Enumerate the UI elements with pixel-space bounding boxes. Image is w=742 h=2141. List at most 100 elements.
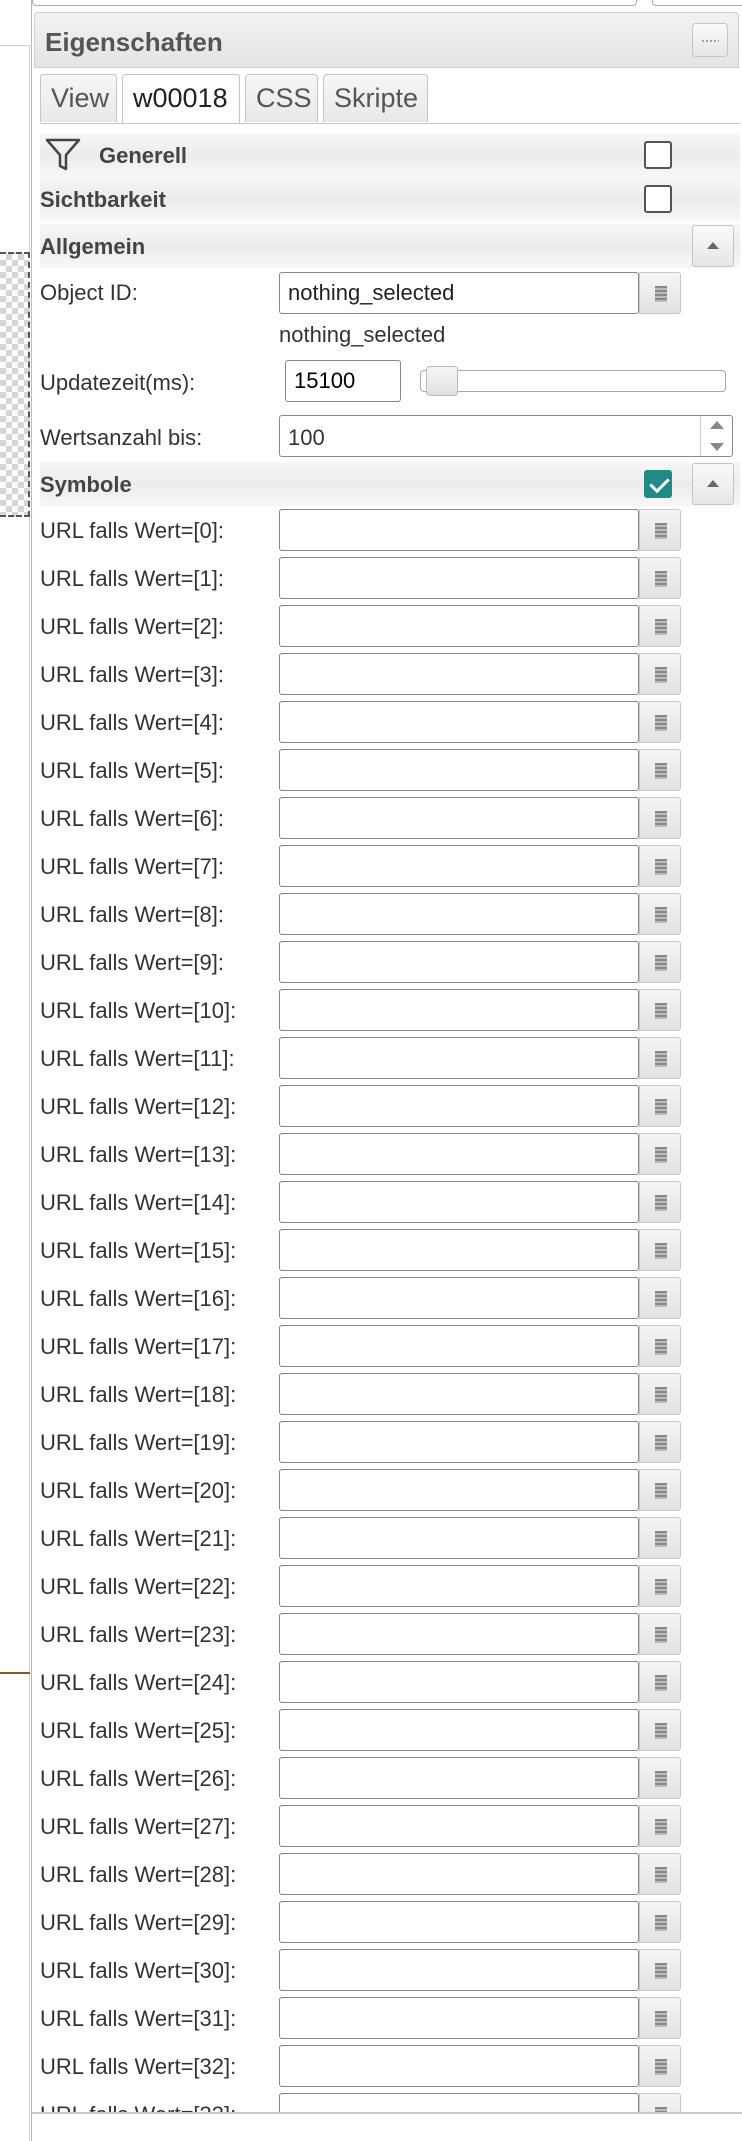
url-input[interactable] [279, 509, 639, 551]
url-input[interactable] [279, 1133, 639, 1175]
updatezeit-slider[interactable] [420, 366, 726, 396]
group-allgemein-collapse-button[interactable] [692, 225, 734, 267]
url-input[interactable] [279, 989, 639, 1031]
url-picker-button[interactable] [639, 1901, 681, 1943]
url-input[interactable] [279, 1805, 639, 1847]
url-picker-button[interactable] [639, 941, 681, 983]
url-picker-button[interactable] [639, 1853, 681, 1895]
canvas-top-bar [0, 0, 30, 46]
object-id-picker-button[interactable] [639, 272, 681, 314]
url-picker-button[interactable] [639, 1085, 681, 1127]
url-row: URL falls Wert=[18]: [40, 1370, 740, 1418]
url-input[interactable] [279, 653, 639, 695]
selected-widget-outline[interactable] [0, 252, 30, 517]
url-input[interactable] [279, 1613, 639, 1655]
filter-icon[interactable] [44, 136, 82, 174]
spin-down-icon[interactable] [710, 443, 724, 451]
url-input[interactable] [279, 1853, 639, 1895]
url-picker-button[interactable] [639, 1805, 681, 1847]
url-input[interactable] [279, 845, 639, 887]
url-input[interactable] [279, 1325, 639, 1367]
group-generell-checkbox[interactable] [644, 141, 672, 169]
tab-widget[interactable]: w00018 [122, 74, 240, 124]
url-picker-button[interactable] [639, 989, 681, 1031]
url-picker-button[interactable] [639, 2093, 681, 2112]
url-input[interactable] [279, 1565, 639, 1607]
tab-view[interactable]: View [40, 74, 117, 122]
url-input[interactable] [279, 1901, 639, 1943]
url-picker-button[interactable] [639, 2045, 681, 2087]
spin-up-icon[interactable] [710, 421, 724, 429]
url-picker-button[interactable] [639, 1421, 681, 1463]
url-picker-button[interactable] [639, 1661, 681, 1703]
url-picker-button[interactable] [639, 845, 681, 887]
url-input[interactable] [279, 1949, 639, 1991]
updatezeit-slider-handle[interactable] [426, 366, 458, 396]
url-input[interactable] [279, 1421, 639, 1463]
url-picker-button[interactable] [639, 1709, 681, 1751]
url-input[interactable] [279, 1085, 639, 1127]
group-symbole-collapse-button[interactable] [692, 463, 734, 505]
url-row: URL falls Wert=[14]: [40, 1178, 740, 1226]
url-row-label: URL falls Wert=[16]: [40, 1286, 237, 1311]
url-picker-button[interactable] [639, 1229, 681, 1271]
url-input[interactable] [279, 1037, 639, 1079]
url-picker-button[interactable] [639, 1469, 681, 1511]
url-input[interactable] [279, 1709, 639, 1751]
group-sichtbarkeit[interactable]: Sichtbarkeit [40, 177, 740, 221]
url-picker-button[interactable] [639, 1181, 681, 1223]
url-input[interactable] [279, 701, 639, 743]
url-row-label: URL falls Wert=[17]: [40, 1334, 237, 1359]
tab-skripte[interactable]: Skripte [323, 74, 428, 122]
url-input[interactable] [279, 605, 639, 647]
url-input[interactable] [279, 1229, 639, 1271]
url-input[interactable] [279, 797, 639, 839]
panel-collapse-button[interactable] [692, 23, 728, 57]
url-picker-button[interactable] [639, 509, 681, 551]
url-picker-button[interactable] [639, 1373, 681, 1415]
url-input[interactable] [279, 1469, 639, 1511]
url-picker-button[interactable] [639, 1517, 681, 1559]
url-row-label: URL falls Wert=[7]: [40, 854, 225, 879]
tab-css[interactable]: CSS [245, 74, 318, 122]
url-picker-button[interactable] [639, 1133, 681, 1175]
url-input[interactable] [279, 2045, 639, 2087]
url-picker-button[interactable] [639, 1037, 681, 1079]
group-symbole[interactable]: Symbole [40, 462, 740, 506]
group-sichtbarkeit-checkbox[interactable] [644, 185, 672, 213]
url-input[interactable] [279, 1757, 639, 1799]
url-picker-button[interactable] [639, 749, 681, 791]
url-input[interactable] [279, 2093, 639, 2112]
url-input[interactable] [279, 893, 639, 935]
url-input[interactable] [279, 1181, 639, 1223]
group-symbole-checkbox[interactable] [644, 470, 672, 498]
url-picker-button[interactable] [639, 1277, 681, 1319]
url-picker-button[interactable] [639, 1325, 681, 1367]
url-input[interactable] [279, 1517, 639, 1559]
url-input[interactable] [279, 1661, 639, 1703]
url-picker-button[interactable] [639, 605, 681, 647]
updatezeit-input[interactable] [285, 360, 401, 402]
group-generell[interactable]: Generell [40, 133, 740, 177]
url-input[interactable] [279, 941, 639, 983]
url-input[interactable] [279, 1997, 639, 2039]
url-picker-button[interactable] [639, 893, 681, 935]
updatezeit-row: Updatezeit(ms): [40, 358, 740, 406]
url-input[interactable] [279, 1373, 639, 1415]
url-input[interactable] [279, 749, 639, 791]
url-picker-button[interactable] [639, 1565, 681, 1607]
wertsanzahl-spinner[interactable]: 100 [279, 415, 733, 457]
url-picker-button[interactable] [639, 1949, 681, 1991]
url-picker-button[interactable] [639, 797, 681, 839]
object-id-input[interactable] [279, 272, 639, 314]
url-input[interactable] [279, 557, 639, 599]
group-allgemein[interactable]: Allgemein [40, 224, 740, 268]
url-picker-button[interactable] [639, 1997, 681, 2039]
url-picker-button[interactable] [639, 701, 681, 743]
url-picker-button[interactable] [639, 1757, 681, 1799]
url-input[interactable] [279, 1277, 639, 1319]
url-picker-button[interactable] [639, 653, 681, 695]
wertsanzahl-spin-buttons[interactable] [700, 416, 732, 456]
url-picker-button[interactable] [639, 557, 681, 599]
url-picker-button[interactable] [639, 1613, 681, 1655]
